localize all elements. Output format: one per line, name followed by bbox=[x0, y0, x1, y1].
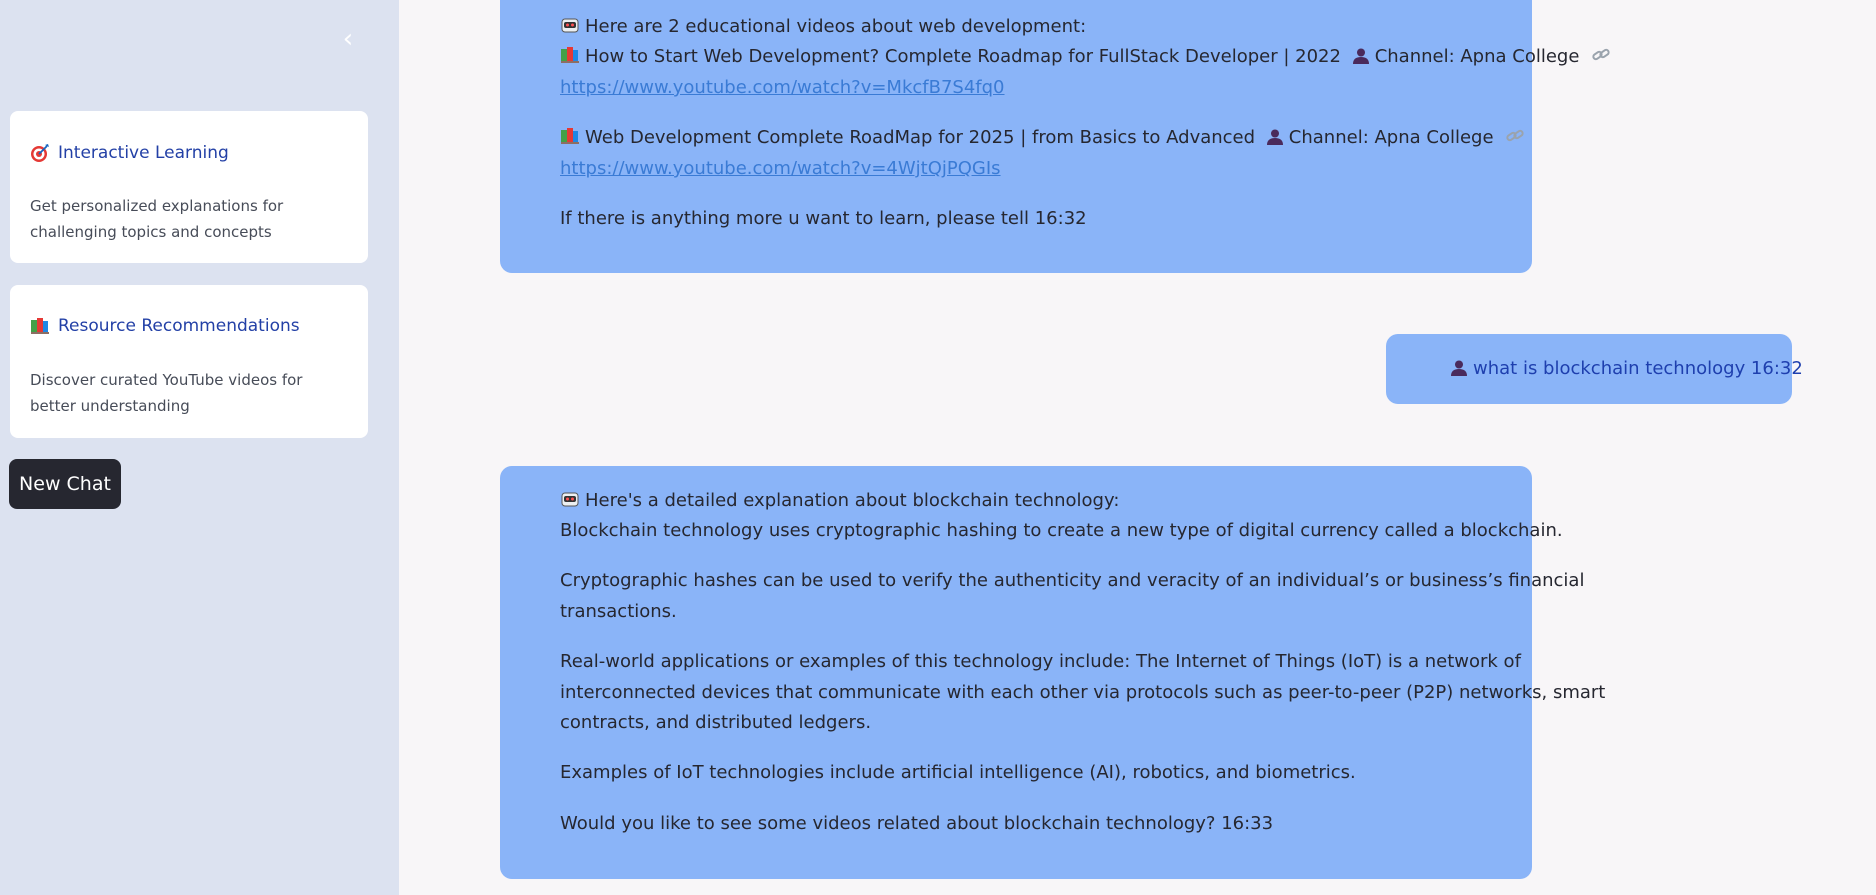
books-icon bbox=[31, 318, 49, 334]
target-icon bbox=[31, 144, 49, 162]
message-paragraph: interconnected devices that communicate … bbox=[560, 682, 1606, 703]
message-intro: Here's a detailed explanation about bloc… bbox=[585, 490, 1120, 511]
video-title: Web Development Complete RoadMap for 202… bbox=[585, 127, 1256, 148]
link-icon bbox=[1506, 129, 1524, 142]
user-message-text: what is blockchain technology 16:32 bbox=[1473, 358, 1803, 379]
message-paragraph: Would you like to see some videos relate… bbox=[560, 813, 1274, 834]
books-icon bbox=[561, 128, 579, 144]
robot-icon bbox=[561, 492, 579, 507]
message-paragraph: Examples of IoT technologies include art… bbox=[560, 762, 1356, 783]
feature-card-resource-recommendations: Resource Recommendations Discover curate… bbox=[10, 285, 368, 438]
collapse-sidebar-icon[interactable]: ‹ bbox=[338, 26, 358, 52]
chat-area: Here are 2 educational videos about web … bbox=[399, 0, 1876, 895]
user-icon bbox=[1266, 129, 1283, 145]
video-channel: Channel: Apna College bbox=[1374, 46, 1580, 67]
card-title: Interactive Learning bbox=[58, 143, 229, 163]
message-outro: If there is anything more u want to lear… bbox=[560, 208, 1087, 229]
message-paragraph: contracts, and distributed ledgers. bbox=[560, 712, 872, 733]
video-link[interactable]: https://www.youtube.com/watch?v=4WjtQjPQ… bbox=[560, 158, 1001, 179]
feature-card-interactive-learning: Interactive Learning Get personalized ex… bbox=[10, 111, 368, 263]
card-description: Get personalized explanations for challe… bbox=[30, 197, 284, 241]
new-chat-button[interactable]: New Chat bbox=[9, 459, 121, 509]
robot-icon bbox=[561, 18, 579, 33]
message-paragraph: transactions. bbox=[560, 601, 677, 622]
message-paragraph: Blockchain technology uses cryptographic… bbox=[560, 520, 1563, 541]
card-title: Resource Recommendations bbox=[58, 316, 300, 336]
video-link[interactable]: https://www.youtube.com/watch?v=MkcfB7S4… bbox=[560, 77, 1005, 98]
user-message: what is blockchain technology 16:32 bbox=[1386, 334, 1803, 404]
message-intro: Here are 2 educational videos about web … bbox=[585, 16, 1087, 37]
message-paragraph: Real-world applications or examples of t… bbox=[560, 651, 1521, 672]
sidebar: ‹ Interactive Learning Get personalized … bbox=[0, 0, 399, 895]
video-title: How to Start Web Development? Complete R… bbox=[585, 46, 1341, 67]
user-icon bbox=[1451, 360, 1467, 376]
user-icon bbox=[1352, 48, 1369, 64]
books-icon bbox=[561, 47, 579, 63]
message-paragraph: Cryptographic hashes can be used to veri… bbox=[560, 570, 1585, 591]
card-description: Discover curated YouTube videos for bett… bbox=[30, 371, 303, 415]
link-icon bbox=[1592, 48, 1610, 61]
video-channel: Channel: Apna College bbox=[1288, 127, 1494, 148]
assistant-message: Here's a detailed explanation about bloc… bbox=[500, 466, 1605, 879]
assistant-message: Here are 2 educational videos about web … bbox=[500, 0, 1610, 273]
